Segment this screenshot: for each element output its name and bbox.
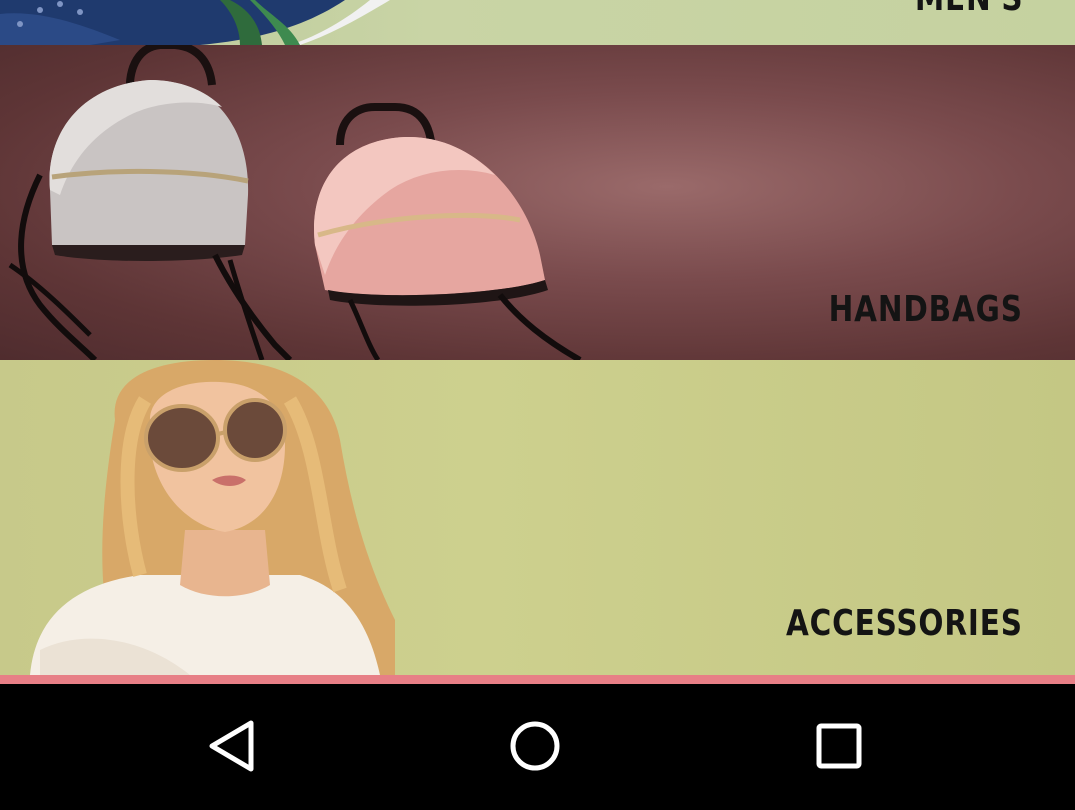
accent-bar (0, 675, 1075, 684)
mens-sneaker-image (0, 0, 390, 45)
back-triangle-icon (209, 720, 254, 772)
screen: MEN'S HANDBAGS (0, 0, 1075, 810)
accessories-banner-label: ACCESSORIES (786, 603, 1023, 644)
handbags-banner-label: HANDBAGS (828, 289, 1023, 330)
system-navigation-bar (0, 684, 1075, 810)
accessories-banner[interactable]: ACCESSORIES (0, 360, 1075, 675)
handbags-banner[interactable]: HANDBAGS (0, 45, 1075, 360)
home-button[interactable] (495, 706, 575, 786)
home-circle-icon (510, 721, 560, 771)
recents-square-icon (816, 723, 862, 769)
recents-button[interactable] (799, 706, 879, 786)
back-button[interactable] (192, 706, 272, 786)
mens-banner[interactable]: MEN'S (0, 0, 1075, 45)
mens-banner-label: MEN'S (914, 0, 1023, 19)
